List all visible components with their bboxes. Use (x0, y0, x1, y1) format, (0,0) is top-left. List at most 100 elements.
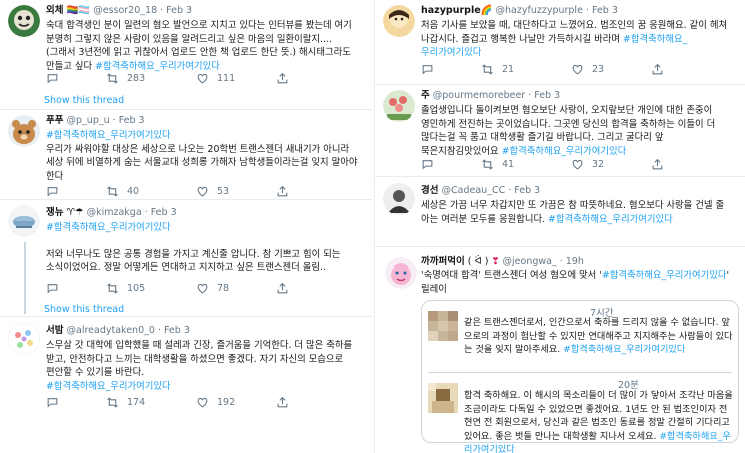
display-name[interactable]: 주 (421, 90, 430, 101)
reply-icon (47, 74, 58, 84)
share-button[interactable] (276, 72, 289, 85)
display-name[interactable]: 서밤 (46, 325, 63, 336)
left-timeline: 외체 🏳️‍🌈🏳️‍⚧️ @essor20_18 · Feb 3 숙대 합격생인… (0, 0, 372, 453)
like-button[interactable]: 78 (196, 282, 276, 295)
like-count: 111 (217, 73, 236, 84)
hashtag-link[interactable]: #합격축하해요_우리가여기있다 (502, 146, 627, 157)
user-handle[interactable]: @pourmemorebeer (433, 90, 525, 101)
avatar[interactable] (8, 115, 40, 147)
hashtag-link[interactable]: #합격축하해요_우리가여기있다 (548, 214, 673, 225)
reply-button[interactable] (46, 72, 106, 85)
reply-icon (422, 160, 433, 170)
hashtag-link[interactable]: #합격축하해요_우리가여기있다 (46, 380, 364, 394)
show-thread-link[interactable]: Show this thread (44, 304, 124, 315)
quoted-replies-card[interactable]: 7시간 같은 트랜스젠더로서, 인간으로서 축하를 드리지 않을 수 없습니다.… (421, 300, 739, 453)
avatar[interactable] (383, 5, 415, 37)
avatar[interactable] (383, 183, 415, 215)
avatar[interactable] (383, 90, 415, 122)
tweet[interactable]: 푸푸 @p_up_u · Feb 3 #합격축하해요_우리가여기있다 우리가 싸… (0, 110, 372, 200)
heart-icon (197, 397, 208, 408)
user-handle[interactable]: @p_up_u (67, 115, 110, 126)
tweet-actions: 105 78 (46, 282, 289, 295)
tweet-date[interactable]: · Feb 3 (160, 5, 192, 16)
reply-button[interactable] (46, 396, 106, 409)
like-button[interactable]: 32 (571, 158, 651, 171)
retweet-button[interactable]: 40 (106, 185, 196, 198)
display-name[interactable]: 외체 (46, 5, 63, 16)
retweet-icon (482, 159, 493, 170)
share-button[interactable] (651, 158, 664, 171)
avatar[interactable] (8, 323, 40, 355)
tweet[interactable]: 외체 🏳️‍🌈🏳️‍⚧️ @essor20_18 · Feb 3 숙대 합격생인… (0, 0, 372, 110)
tweet-text: 세상은 가끔 너무 차갑지만 또 가끔은 참 따뜻하네요. 혐오보다 사랑을 건… (421, 199, 739, 226)
like-button[interactable]: 111 (196, 72, 276, 85)
reply-button[interactable] (46, 282, 106, 295)
retweet-icon (107, 397, 118, 408)
tweet-date[interactable]: · Feb 3 (508, 185, 540, 196)
retweet-button[interactable]: 105 (106, 282, 196, 295)
reply-button[interactable] (421, 158, 481, 171)
tweet-text-main: 우리가 싸워야할 대상은 세상으로 나오는 20학번 트랜스젠더 새내기가 아니… (46, 143, 358, 182)
user-handle[interactable]: @kimzakga (87, 207, 142, 218)
share-button[interactable] (276, 282, 289, 295)
retweet-button[interactable]: 174 (106, 396, 196, 409)
display-name[interactable]: 경선 (421, 185, 438, 196)
share-button[interactable] (276, 396, 289, 409)
reply-icon (47, 187, 58, 197)
tweet-date[interactable]: · Feb 3 (145, 207, 177, 218)
avatar[interactable] (385, 257, 417, 289)
retweet-icon (107, 186, 118, 197)
tweet-date[interactable]: · Feb 3 (113, 115, 145, 126)
tweet-text: 처음 기사를 보았을 때, 대단하다고 느꼈어요. 법조인의 꿈 응원해요. 같… (421, 19, 739, 60)
tweet-date[interactable]: · 19h (560, 256, 584, 267)
display-name[interactable]: hazypurple (421, 5, 481, 16)
share-icon (652, 158, 663, 170)
user-handle[interactable]: @jeongwa_ (503, 256, 557, 267)
retweet-button[interactable]: 283 (106, 72, 196, 85)
tweet[interactable]: 주 @pourmemorebeer · Feb 3 졸업생입니다 돌이켜보면 혐… (375, 85, 745, 177)
share-button[interactable] (651, 63, 664, 76)
display-name[interactable]: 쟁뉴 (46, 207, 63, 218)
share-icon (652, 63, 663, 75)
like-button[interactable]: 23 (571, 63, 651, 76)
like-button[interactable]: 192 (196, 396, 276, 409)
avatar[interactable] (8, 205, 40, 237)
retweet-count: 21 (502, 64, 515, 75)
hashtag-link[interactable]: #합격축하해요_우리가여기있다 (95, 61, 220, 72)
tweet-text: #합격축하해요_우리가여기있다 저와 너무나도 많은 공통 경험을 가지고 계신… (46, 221, 364, 275)
hashtag-link[interactable]: #합격축하해요_우리가여기있다 (602, 270, 727, 281)
hashtag-link[interactable]: #합격축하해요_우리가여기있다 (46, 221, 364, 235)
share-button[interactable] (276, 185, 289, 198)
retweet-button[interactable]: 41 (481, 158, 571, 171)
hashtag-link[interactable]: #합격축하해요_우리가여기있다 (563, 344, 685, 355)
blurred-avatar (428, 383, 458, 413)
retweet-button[interactable]: 21 (481, 63, 571, 76)
tweet-date[interactable]: · Feb 3 (528, 90, 560, 101)
tweet-actions: 40 53 (46, 185, 289, 198)
tweet[interactable]: 서밤 @alreadytaken0_0 · Feb 3 스무살 갓 대학에 입학… (0, 317, 372, 453)
hashtag-link[interactable]: #합격축하해요_우리가여기있다 (46, 129, 364, 143)
like-button[interactable]: 53 (196, 185, 276, 198)
tweet-date[interactable]: · Feb 3 (586, 5, 618, 16)
avatar[interactable] (8, 5, 40, 37)
tweet-actions: 41 32 (421, 158, 664, 171)
display-name[interactable]: 푸푸 (46, 115, 63, 126)
user-handle[interactable]: @hazyfuzzypurple (496, 5, 583, 16)
tweet-text: #합격축하해요_우리가여기있다 우리가 싸워야할 대상은 세상으로 나오는 20… (46, 129, 364, 183)
tweet-date[interactable]: · Feb 3 (158, 325, 190, 336)
reply-icon (47, 284, 58, 294)
tweet-text: 숙대 합격생인 분이 일련의 혐오 발언으로 지치고 있다는 인터뷰를 봤는데 … (46, 19, 364, 73)
user-handle[interactable]: @alreadytaken0_0 (67, 325, 155, 336)
reply-button[interactable] (421, 63, 481, 76)
user-handle[interactable]: @Cadeau_CC (442, 185, 506, 196)
tweet[interactable]: hazypurple🌈 @hazyfuzzypurple · Feb 3 처음 … (375, 0, 745, 85)
tweet[interactable]: 경선 @Cadeau_CC · Feb 3 세상은 가끔 너무 차갑지만 또 가… (375, 177, 745, 247)
tweet[interactable]: 쟁뉴 ♈☂ @kimzakga · Feb 3 #합격축하해요_우리가여기있다 … (0, 200, 372, 317)
display-name[interactable]: 까까퍼먹이 (421, 256, 465, 267)
tweet[interactable]: 까까퍼먹이 ( ᐛ ) ❣ @jeongwa_ · 19h '숙명여대 합격' … (375, 247, 745, 453)
reply-button[interactable] (46, 185, 106, 198)
user-handle[interactable]: @essor20_18 (93, 5, 157, 16)
retweet-icon (107, 73, 118, 84)
show-thread-link[interactable]: Show this thread (44, 95, 124, 106)
retweet-count: 105 (127, 283, 146, 294)
